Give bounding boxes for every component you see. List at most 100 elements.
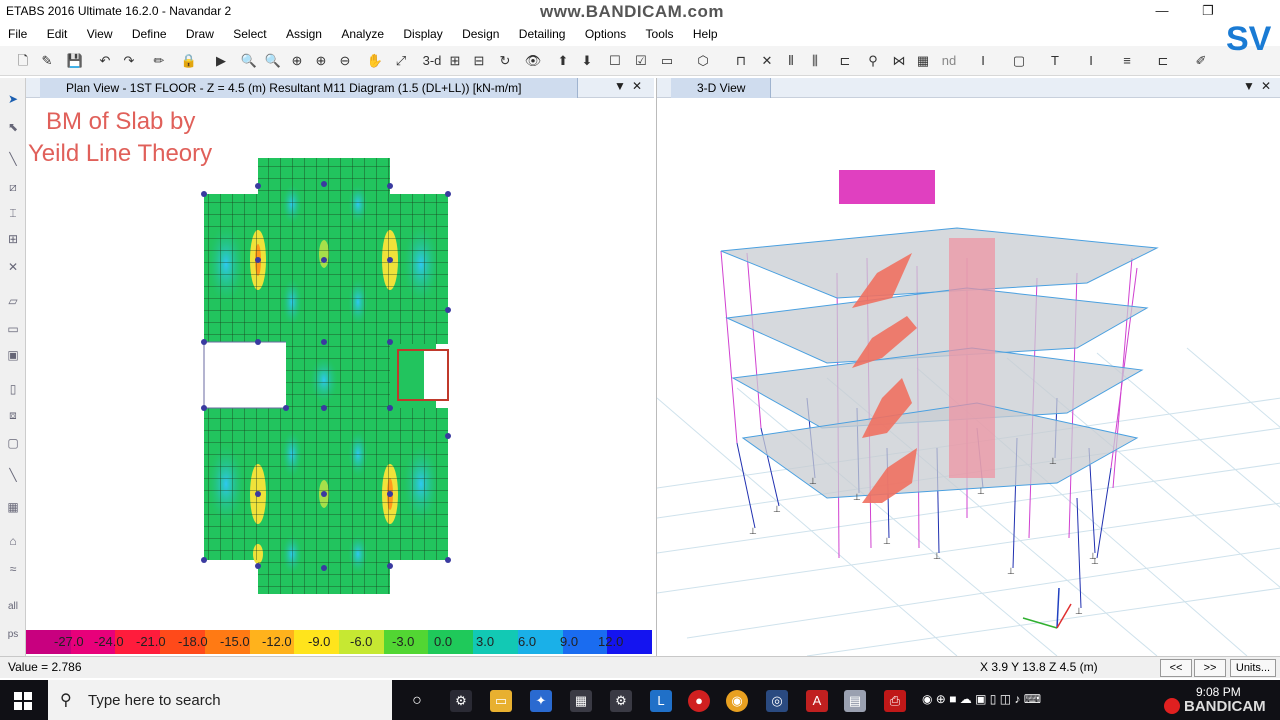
draw-opening-icon[interactable]: ▢	[4, 434, 22, 452]
units-button[interactable]: Units...	[1230, 659, 1276, 677]
draw-floor-icon[interactable]: ▱	[4, 292, 22, 310]
autocad-icon[interactable]: A	[806, 690, 828, 712]
3d-view-tab[interactable]: 3-D View	[671, 78, 771, 98]
next-button[interactable]: >>	[1194, 659, 1226, 677]
menu-tools[interactable]: Tools	[638, 24, 682, 41]
plan-view-icon[interactable]: ⊞	[446, 52, 464, 70]
lock-icon[interactable]: 🔒	[180, 52, 198, 70]
move-up-icon[interactable]: ⬆	[554, 52, 572, 70]
draw-grid-icon[interactable]: ▦	[4, 498, 22, 516]
menu-assign[interactable]: Assign	[278, 24, 330, 41]
checkbox-icon[interactable]: ☑	[632, 52, 650, 70]
bandicam-record-icon[interactable]: ●	[688, 690, 710, 712]
restore-button[interactable]: ❐	[1188, 2, 1228, 22]
select-previous-icon[interactable]: ps	[4, 626, 22, 644]
reshape-icon[interactable]: ⬉	[4, 118, 22, 136]
draw-braces-icon[interactable]: ✕	[4, 258, 22, 276]
draw-nd-icon[interactable]: nd	[938, 52, 960, 70]
app-icon-2[interactable]: ✦	[530, 690, 552, 712]
dimension-icon[interactable]: ✐	[1192, 52, 1210, 70]
menu-edit[interactable]: Edit	[39, 24, 76, 41]
opening-icon[interactable]: ▢	[1010, 52, 1028, 70]
draw-column-tool-icon[interactable]: ⌶	[4, 204, 22, 222]
save-icon[interactable]: 💾	[66, 52, 84, 70]
pdf-reader-icon[interactable]: ⎙	[884, 690, 906, 712]
draw-column-icon[interactable]: ⊏	[836, 52, 854, 70]
draw-frame-icon[interactable]: ⊓	[732, 52, 750, 70]
taskbar-search-box[interactable]: ⚲ Type here to search	[48, 680, 392, 720]
menu-draw[interactable]: Draw	[178, 24, 222, 41]
etabs-icon[interactable]: ▤	[844, 690, 866, 712]
plan-view-tab[interactable]: Plan View - 1ST FLOOR - Z = 4.5 (m) Resu…	[40, 78, 578, 98]
select-all-icon[interactable]: ☐	[606, 52, 624, 70]
new-model-icon[interactable]: 🗋	[14, 52, 32, 70]
app-icon-3[interactable]: L	[650, 690, 672, 712]
menu-display[interactable]: Display	[395, 24, 450, 41]
run-analysis-icon[interactable]: ▶	[212, 52, 230, 70]
menu-select[interactable]: Select	[225, 24, 274, 41]
draw-line-icon[interactable]: ╲	[4, 150, 22, 168]
draw-slab-icon[interactable]: ▦	[914, 52, 932, 70]
draw-rect-floor-icon[interactable]: ▭	[4, 320, 22, 338]
menu-options[interactable]: Options	[577, 24, 634, 41]
menu-view[interactable]: View	[79, 24, 121, 41]
select-all-strip-icon[interactable]: all	[4, 598, 22, 616]
channel-section-icon[interactable]: ⊏	[1154, 52, 1172, 70]
menu-design[interactable]: Design	[454, 24, 507, 41]
chrome-icon[interactable]: ◉	[726, 690, 748, 712]
menu-detailing[interactable]: Detailing	[511, 24, 574, 41]
tray-icons[interactable]: ◉ ⊕ ■ ☁ ▣ ▯ ◫ ♪ ⌨	[922, 692, 1041, 706]
draw-brace-icon[interactable]: ✕	[758, 52, 776, 70]
3d-view-icon[interactable]: 3-d	[420, 52, 444, 70]
pencil-icon[interactable]: ✏	[150, 52, 168, 70]
i-section-icon[interactable]: I	[1082, 52, 1100, 70]
plan-view-dropdown-icon[interactable]: ▼	[614, 79, 626, 93]
zoom-window-icon[interactable]: 🔍	[240, 52, 258, 70]
menu-define[interactable]: Define	[124, 24, 175, 41]
rebar-icon[interactable]: ≡	[1118, 52, 1136, 70]
draw-link-icon[interactable]: ⚲	[864, 52, 882, 70]
app-icon-1[interactable]: ⚙	[450, 690, 472, 712]
zoom-in-step-icon[interactable]: ⊕	[312, 52, 330, 70]
draw-secondary-beam-icon[interactable]: ⫼	[806, 52, 824, 70]
app-icon-4[interactable]: ◎	[766, 690, 788, 712]
open-icon[interactable]: ✎	[38, 52, 56, 70]
menu-file[interactable]: File	[0, 24, 35, 41]
zoom-out-icon[interactable]: ⊖	[336, 52, 354, 70]
previous-button[interactable]: <<	[1160, 659, 1192, 677]
calculator-icon[interactable]: ▦	[570, 690, 592, 712]
redo-icon[interactable]: ↷	[120, 52, 138, 70]
draw-dimension-icon[interactable]: ╲	[4, 466, 22, 484]
zoom-in-icon[interactable]: ⊕	[288, 52, 306, 70]
rotate-icon[interactable]: ↻	[496, 52, 514, 70]
move-down-icon[interactable]: ⬇	[578, 52, 596, 70]
view-options-icon[interactable]: 👁	[524, 52, 542, 70]
windows-start-icon[interactable]	[14, 692, 32, 710]
elevation-view-icon[interactable]: ⊟	[470, 52, 488, 70]
3d-view-close-icon[interactable]: ✕	[1261, 79, 1271, 93]
cortana-icon[interactable]: ○	[406, 690, 428, 712]
draw-column-region-icon[interactable]: ⊞	[4, 230, 22, 248]
quick-draw-floor-icon[interactable]: ▣	[4, 346, 22, 364]
minimize-button[interactable]: —	[1142, 2, 1182, 22]
draw-wall-tool-icon[interactable]: ▯	[4, 380, 22, 398]
object-shrink-icon[interactable]: ▭	[658, 52, 676, 70]
plan-view-close-icon[interactable]: ✕	[632, 79, 642, 93]
file-explorer-icon[interactable]: ▭	[490, 690, 512, 712]
quick-draw-wall-icon[interactable]: ⧈	[4, 406, 22, 424]
3d-view-dropdown-icon[interactable]: ▼	[1243, 79, 1255, 93]
settings-icon[interactable]: ⚙	[610, 690, 632, 712]
menu-help[interactable]: Help	[685, 24, 726, 41]
draw-wall-icon[interactable]: ⋈	[890, 52, 908, 70]
draw-beam-icon[interactable]: ⫴	[782, 52, 800, 70]
pointer-icon[interactable]: ⤢	[392, 52, 410, 70]
tee-section-icon[interactable]: T	[1046, 52, 1064, 70]
draw-tendon-icon[interactable]: ⌂	[4, 532, 22, 550]
section-cut-icon[interactable]: I	[974, 52, 992, 70]
pan-icon[interactable]: ✋	[366, 52, 384, 70]
undo-icon[interactable]: ↶	[96, 52, 114, 70]
menu-analyze[interactable]: Analyze	[333, 24, 392, 41]
zoom-rubber-icon[interactable]: 🔍	[264, 52, 282, 70]
draw-line-region-icon[interactable]: ⧄	[4, 178, 22, 196]
select-pointer-icon[interactable]: ➤	[4, 90, 22, 108]
